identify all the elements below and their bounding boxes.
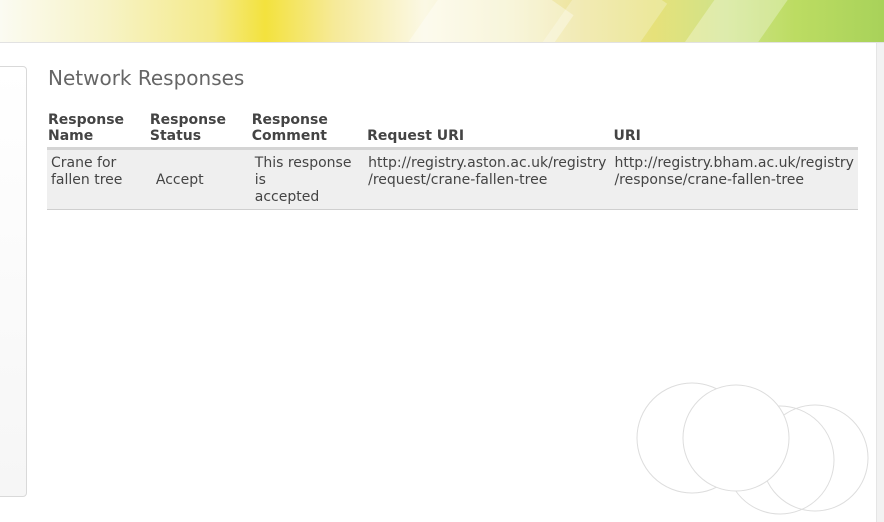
watermark-circles-graphic [636, 382, 869, 515]
header-banner [0, 0, 884, 43]
cell-response-name: Crane for fallen tree [47, 148, 149, 210]
cell-uri: http://registry.bham.ac.uk/registry /res… [610, 148, 858, 210]
column-header-response-comment[interactable]: Response Comment [250, 110, 365, 150]
watermark-circle [682, 384, 790, 492]
column-header-uri[interactable]: URI [610, 110, 858, 150]
cell-response-comment: This response is accepted [250, 148, 365, 210]
cell-response-status: Accept [148, 148, 251, 210]
sidebar-panel [0, 66, 27, 497]
column-header-response-status[interactable]: Response Status [148, 110, 251, 150]
banner-decoration [671, 0, 789, 42]
page-title: Network Responses [48, 66, 245, 90]
table-header-row: Response Name Response Status Response C… [47, 110, 858, 150]
column-header-response-name[interactable]: Response Name [47, 110, 149, 150]
column-header-request-uri[interactable]: Request URI [364, 110, 611, 150]
cell-request-uri: http://registry.aston.ac.uk/registry /re… [364, 148, 611, 210]
responses-table: Response Name Response Status Response C… [47, 110, 858, 210]
table-row[interactable]: Crane for fallen tree Accept This respon… [47, 148, 858, 210]
